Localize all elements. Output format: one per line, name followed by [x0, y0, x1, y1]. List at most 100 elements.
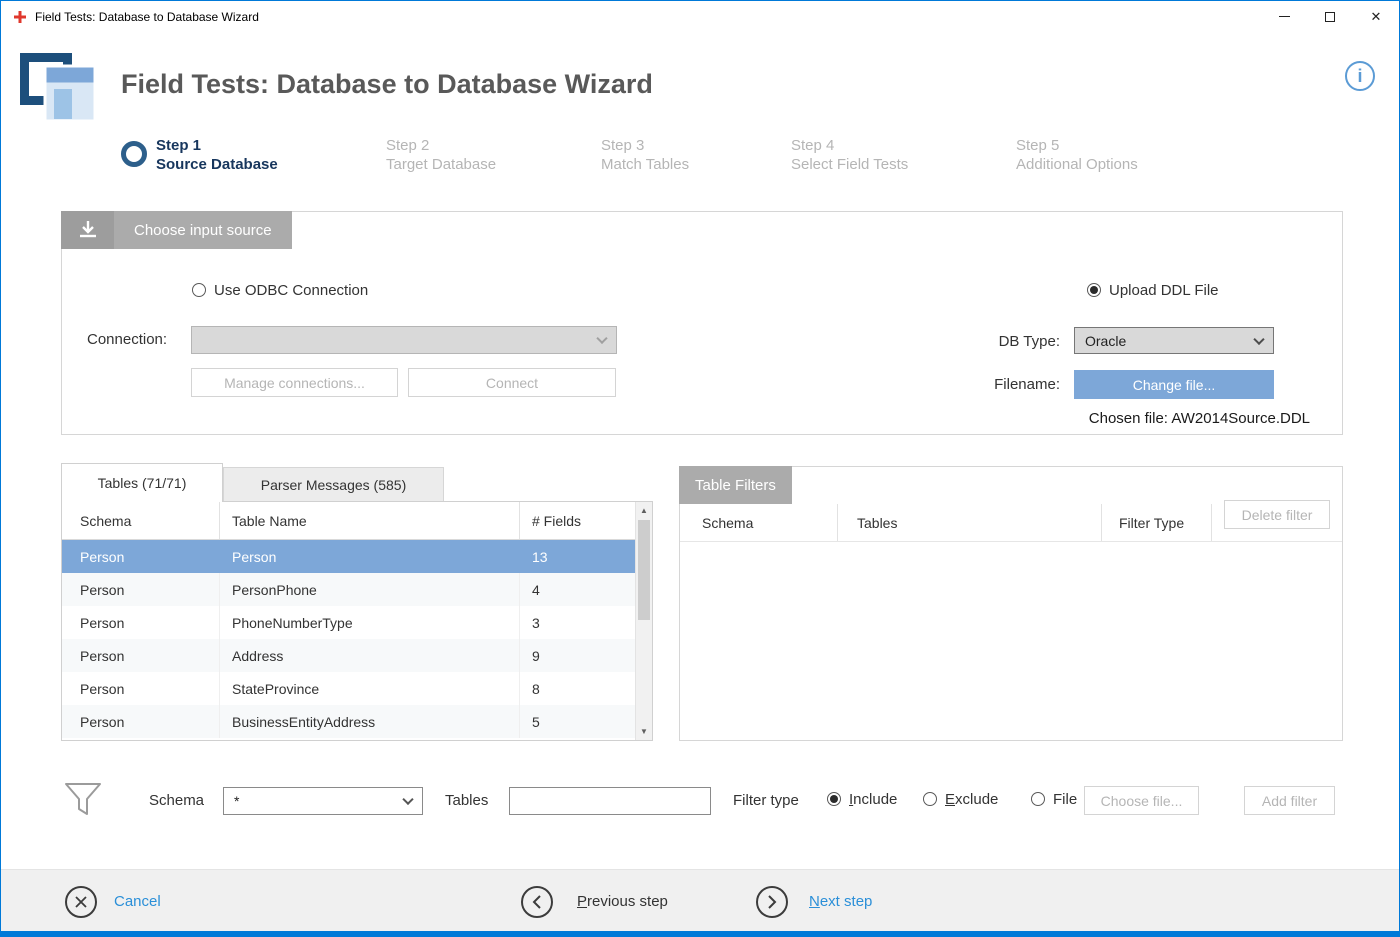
odbc-radio-icon	[192, 283, 206, 297]
chosen-file-text: Chosen file: AW2014Source.DDL	[1089, 410, 1310, 427]
app-logo-icon	[19, 47, 97, 132]
column-header-table-name[interactable]: Table Name	[220, 502, 520, 539]
include-radio-icon	[827, 792, 841, 806]
filter-type-label: Filter type	[733, 792, 799, 809]
tables-grid-body: Person Person 13 Person PersonPhone 4 Pe…	[62, 540, 652, 741]
window-controls: ✕	[1261, 1, 1399, 32]
step-3-label: Match Tables	[601, 155, 689, 174]
info-icon[interactable]: i	[1345, 61, 1375, 91]
step-1-source-database[interactable]: Step 1 Source Database	[156, 136, 278, 174]
app-window: Field Tests: Database to Database Wizard…	[0, 0, 1400, 937]
delete-filter-button[interactable]: Delete filter	[1224, 500, 1330, 529]
add-filter-button[interactable]: Add filter	[1244, 786, 1335, 815]
filter-column-tables[interactable]: Tables	[838, 504, 1102, 541]
step-5-additional-options[interactable]: Step 5 Additional Options	[1016, 136, 1138, 174]
add-filter-label: Add filter	[1262, 793, 1317, 809]
cell-table-name: PhoneNumberType	[220, 606, 520, 639]
file-radio-label: File	[1053, 791, 1077, 808]
next-step-button[interactable]: Next step	[809, 893, 872, 910]
close-button[interactable]: ✕	[1353, 1, 1399, 32]
filter-tables-input[interactable]	[509, 787, 711, 815]
db-type-select[interactable]: Oracle	[1074, 327, 1274, 354]
filter-column-filter-type[interactable]: Filter Type	[1102, 504, 1212, 541]
table-row[interactable]: Person BusinessEntityAddress 5	[62, 705, 652, 738]
connection-label: Connection:	[87, 331, 167, 348]
scroll-up-icon[interactable]: ▲	[636, 502, 652, 519]
filter-include-radio[interactable]: Include	[827, 791, 897, 808]
ddl-radio-icon	[1087, 283, 1101, 297]
filter-schema-select[interactable]: *	[223, 787, 423, 815]
cell-schema: Person	[62, 540, 220, 573]
input-source-panel: Choose input source Use ODBC Connection …	[61, 211, 1343, 435]
exclude-radio-icon	[923, 792, 937, 806]
table-row[interactable]: Person Address 9	[62, 639, 652, 672]
maximize-button[interactable]	[1307, 1, 1353, 32]
filename-label: Filename:	[962, 376, 1060, 393]
step-2-target-database[interactable]: Step 2 Target Database	[386, 136, 496, 174]
choose-file-button[interactable]: Choose file...	[1084, 786, 1199, 815]
connection-select[interactable]	[191, 326, 617, 354]
tab-parser-messages[interactable]: Parser Messages (585)	[223, 467, 444, 501]
scroll-down-icon[interactable]: ▼	[636, 723, 652, 740]
cell-fields: 4	[520, 573, 618, 606]
change-file-button[interactable]: Change file...	[1074, 370, 1274, 399]
table-filters-header: Table Filters	[679, 466, 792, 504]
step-4-name: Step 4	[791, 136, 908, 155]
odbc-radio-label: Use ODBC Connection	[214, 282, 368, 299]
connect-button[interactable]: Connect	[408, 368, 616, 397]
column-header-schema[interactable]: Schema	[62, 502, 220, 539]
tab-tables-label: Tables (71/71)	[98, 475, 187, 491]
tables-grid: Schema Table Name # Fields Person Person…	[61, 501, 653, 741]
step-4-select-field-tests[interactable]: Step 4 Select Field Tests	[791, 136, 908, 174]
next-step-icon[interactable]	[756, 886, 788, 918]
upload-ddl-radio[interactable]: Upload DDL File	[1087, 282, 1219, 299]
app-titlebar-icon	[14, 11, 26, 23]
table-row[interactable]: Person PhoneNumberType 3	[62, 606, 652, 639]
cell-schema: Person	[62, 606, 220, 639]
cell-table-name: Address	[220, 639, 520, 672]
step-3-name: Step 3	[601, 136, 689, 155]
filter-schema-value: *	[234, 793, 239, 809]
window-accent-strip	[1, 931, 1399, 936]
delete-filter-label: Delete filter	[1242, 507, 1313, 523]
cell-schema: Person	[62, 705, 220, 738]
cell-schema: Person	[62, 639, 220, 672]
odbc-connection-radio[interactable]: Use ODBC Connection	[192, 282, 368, 299]
filter-schema-label: Schema	[149, 792, 204, 809]
maximize-icon	[1325, 12, 1335, 22]
previous-step-button[interactable]: Previous step	[577, 893, 668, 910]
cancel-button[interactable]: Cancel	[114, 893, 161, 910]
manage-connections-button[interactable]: Manage connections...	[191, 368, 398, 397]
cell-schema: Person	[62, 672, 220, 705]
tab-tables[interactable]: Tables (71/71)	[61, 463, 223, 502]
cell-fields: 3	[520, 606, 618, 639]
scrollbar-thumb[interactable]	[638, 520, 650, 620]
cell-table-name: Person	[220, 540, 520, 573]
cancel-icon[interactable]	[65, 886, 97, 918]
tab-parser-messages-label: Parser Messages (585)	[261, 477, 407, 493]
chevron-down-icon	[1253, 333, 1264, 344]
filter-exclude-radio[interactable]: Exclude	[923, 791, 998, 808]
chevron-down-icon	[402, 794, 413, 805]
cell-table-name: PersonPhone	[220, 573, 520, 606]
vertical-scrollbar[interactable]: ▲ ▼	[635, 502, 652, 740]
table-row[interactable]: Person Person 13	[62, 540, 652, 573]
step-3-match-tables[interactable]: Step 3 Match Tables	[601, 136, 689, 174]
table-row[interactable]: Person PersonPhone 4	[62, 573, 652, 606]
previous-step-icon[interactable]	[521, 886, 553, 918]
filter-column-schema[interactable]: Schema	[680, 504, 838, 541]
minimize-icon	[1279, 16, 1290, 17]
step-2-name: Step 2	[386, 136, 496, 155]
filter-file-radio[interactable]: File	[1031, 791, 1077, 808]
file-radio-icon	[1031, 792, 1045, 806]
import-icon	[61, 211, 114, 249]
table-row[interactable]: Person StateProvince 8	[62, 672, 652, 705]
connect-label: Connect	[486, 375, 538, 391]
step-1-label: Source Database	[156, 155, 278, 174]
column-header-fields[interactable]: # Fields	[520, 502, 618, 539]
cell-fields: 9	[520, 639, 618, 672]
step-1-name: Step 1	[156, 136, 278, 155]
minimize-button[interactable]	[1261, 1, 1307, 32]
cell-fields: 8	[520, 672, 618, 705]
ddl-radio-label: Upload DDL File	[1109, 282, 1219, 299]
